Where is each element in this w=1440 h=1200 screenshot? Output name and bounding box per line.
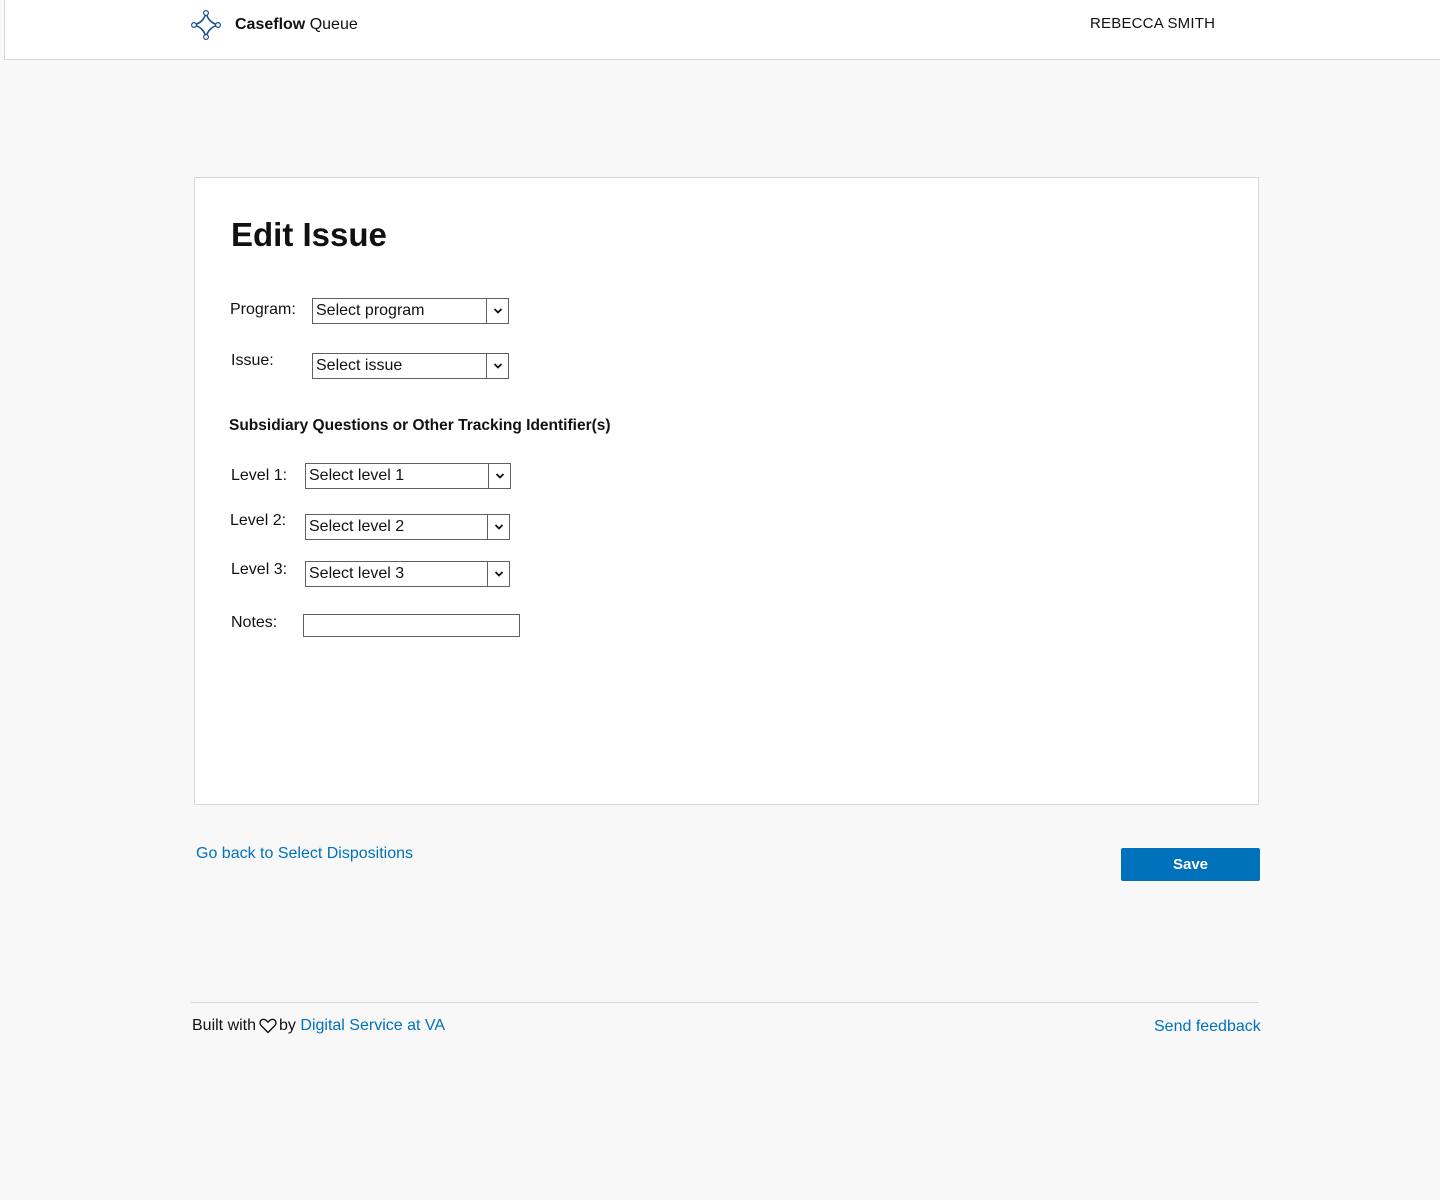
issue-label: Issue: bbox=[231, 352, 274, 369]
footer-credit: Built with by Digital Service at VA bbox=[192, 1016, 445, 1036]
level-3-select[interactable]: Select level 3 bbox=[305, 561, 510, 587]
back-to-dispositions-link[interactable]: Go back to Select Dispositions bbox=[196, 844, 413, 864]
subsidiary-section-title: Subsidiary Questions or Other Tracking I… bbox=[229, 417, 611, 434]
level-2-select-value: Select level 2 bbox=[309, 518, 405, 535]
chevron-down-icon bbox=[487, 514, 509, 540]
app-brand: Caseflow bbox=[235, 16, 306, 33]
level-1-label: Level 1: bbox=[231, 467, 288, 484]
app-product: Queue bbox=[309, 16, 358, 33]
save-button[interactable]: Save bbox=[1121, 848, 1260, 881]
footer-by: by bbox=[279, 1017, 296, 1034]
send-feedback-link[interactable]: Send feedback bbox=[1154, 1017, 1261, 1037]
footer-divider bbox=[191, 1002, 1259, 1003]
chevron-down-icon bbox=[486, 298, 508, 324]
heart-icon bbox=[259, 1018, 277, 1034]
level-3-select-value: Select level 3 bbox=[309, 565, 405, 582]
program-label: Program: bbox=[230, 301, 296, 318]
footer-built-with: Built with bbox=[192, 1017, 257, 1034]
level-1-select[interactable]: Select level 1 bbox=[305, 463, 511, 489]
program-select-value: Select program bbox=[316, 302, 425, 319]
level-2-select[interactable]: Select level 2 bbox=[305, 514, 510, 540]
app-name[interactable]: Caseflow Queue bbox=[235, 15, 358, 35]
page-title: Edit Issue bbox=[231, 216, 387, 253]
notes-input[interactable] bbox=[303, 614, 520, 637]
user-menu[interactable]: REBECCA SMITH bbox=[1090, 14, 1215, 34]
chevron-down-icon bbox=[486, 353, 508, 379]
caseflow-logo-icon[interactable] bbox=[190, 9, 222, 41]
chevron-down-icon bbox=[487, 561, 509, 587]
edit-issue-card: Edit Issue Program: Select program Issue… bbox=[194, 177, 1259, 805]
issue-select[interactable]: Select issue bbox=[312, 353, 509, 379]
program-select[interactable]: Select program bbox=[312, 298, 509, 324]
level-1-select-value: Select level 1 bbox=[309, 467, 405, 484]
notes-label: Notes: bbox=[231, 614, 278, 631]
chevron-down-icon bbox=[488, 463, 510, 489]
issue-select-value: Select issue bbox=[316, 357, 403, 374]
level-2-label: Level 2: bbox=[230, 512, 287, 529]
digital-service-link[interactable]: Digital Service at VA bbox=[300, 1016, 445, 1036]
app-header: Caseflow Queue REBECCA SMITH bbox=[4, 0, 1440, 60]
level-3-label: Level 3: bbox=[231, 561, 288, 578]
